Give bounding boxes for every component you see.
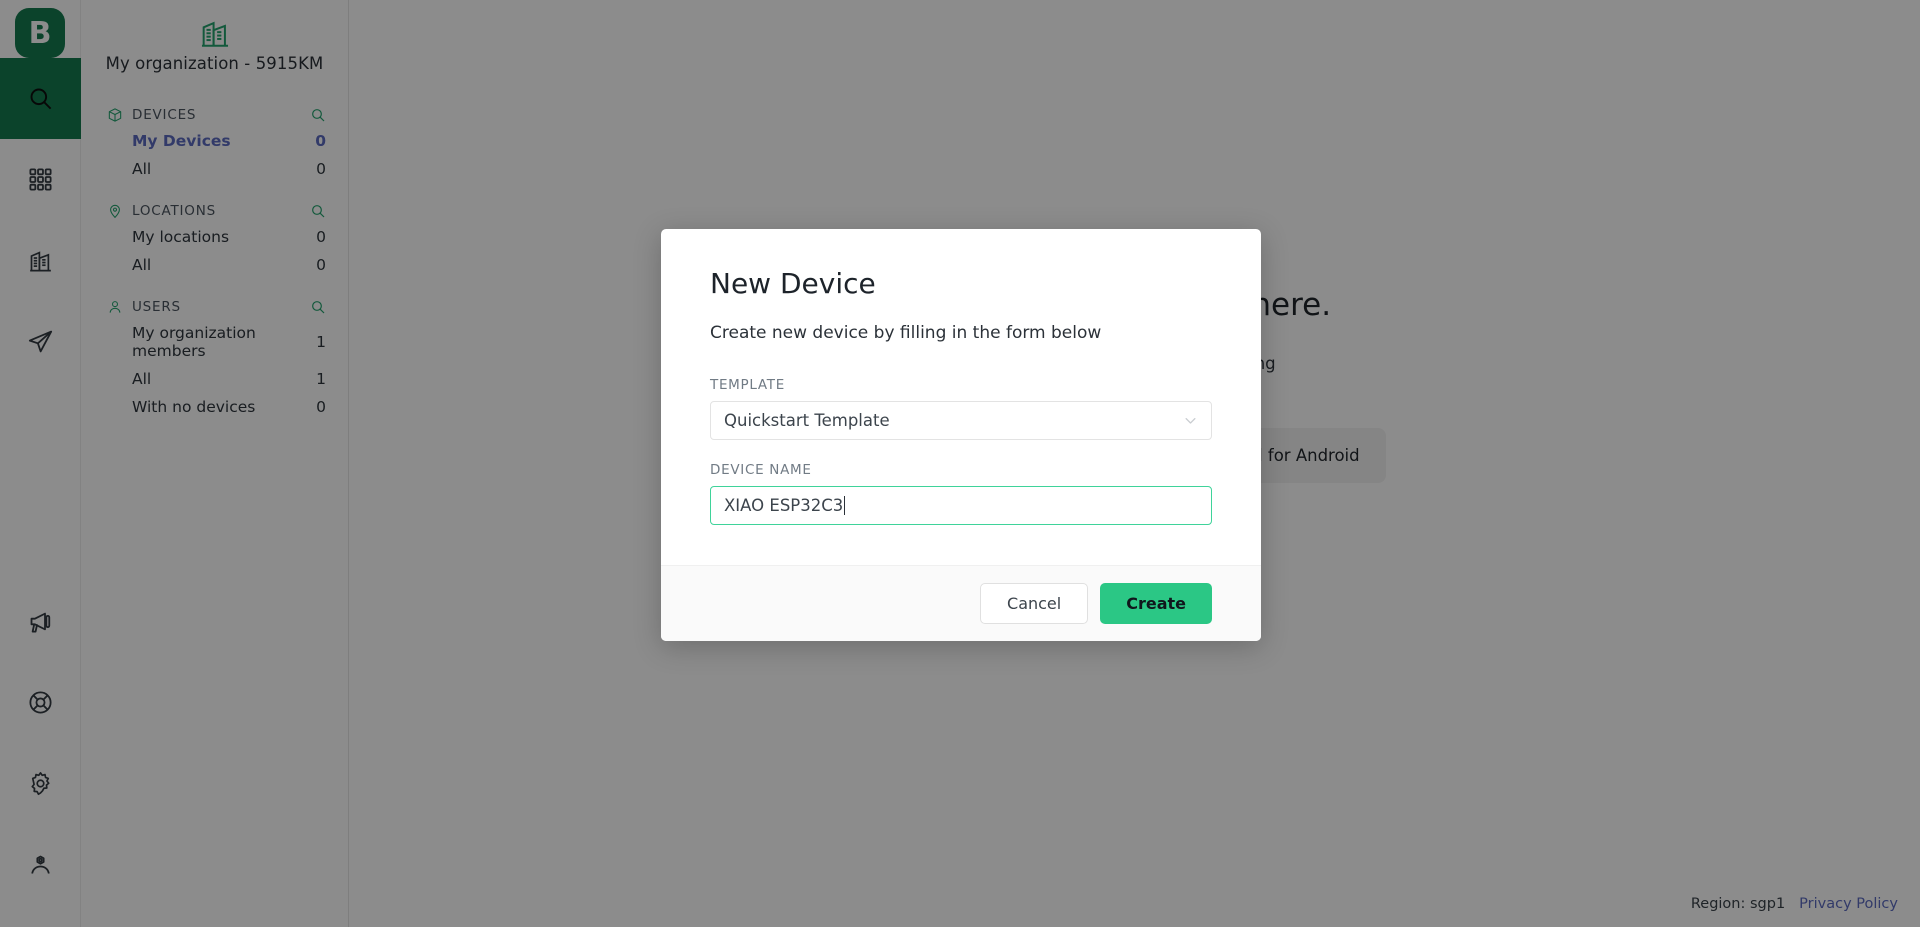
device-name-field: DEVICE NAME XIAO ESP32C3 bbox=[710, 462, 1212, 525]
modal-title: New Device bbox=[710, 267, 876, 300]
modal-description: Create new device by filling in the form… bbox=[710, 323, 1102, 343]
template-selected-value: Quickstart Template bbox=[724, 411, 890, 430]
modal-body: New Device Create new device by filling … bbox=[661, 229, 1261, 565]
device-name-input[interactable]: XIAO ESP32C3 bbox=[710, 486, 1212, 525]
cancel-button[interactable]: Cancel bbox=[980, 583, 1089, 624]
template-field: TEMPLATE Quickstart Template bbox=[710, 377, 1212, 440]
device-name-label: DEVICE NAME bbox=[710, 462, 812, 478]
new-device-modal: New Device Create new device by filling … bbox=[661, 229, 1261, 641]
device-name-value: XIAO ESP32C3 bbox=[724, 496, 844, 515]
chevron-down-icon bbox=[1183, 413, 1198, 428]
template-select[interactable]: Quickstart Template bbox=[710, 401, 1212, 440]
text-caret bbox=[844, 496, 846, 515]
modal-footer: Cancel Create bbox=[661, 565, 1261, 641]
create-button[interactable]: Create bbox=[1100, 583, 1212, 624]
template-label: TEMPLATE bbox=[710, 377, 785, 393]
app-root: B My organization - 5915KM DEVICES My De… bbox=[0, 0, 1920, 927]
